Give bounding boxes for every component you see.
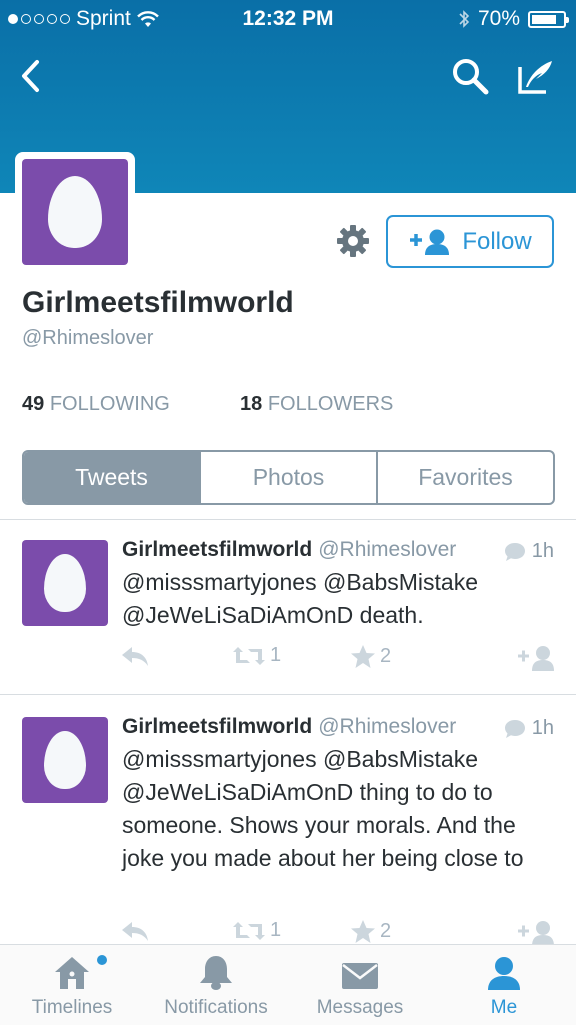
- tab-photos[interactable]: Photos: [199, 452, 376, 503]
- tweet-avatar[interactable]: [22, 540, 108, 626]
- add-user-icon: [410, 229, 450, 255]
- tweet-author-handle: @Rhimeslover: [318, 715, 457, 738]
- tab-label: Messages: [316, 997, 404, 1018]
- status-bar: Sprint 12:32 PM 70%: [0, 0, 576, 38]
- back-button[interactable]: [8, 54, 52, 98]
- search-button[interactable]: [448, 54, 492, 98]
- battery-icon: [528, 10, 569, 28]
- person-icon: [488, 957, 520, 990]
- tweet-time: 1h: [531, 717, 554, 739]
- retweet-button[interactable]: 1: [232, 919, 281, 942]
- star-icon: [351, 920, 375, 943]
- tab-label: Timelines: [31, 997, 113, 1018]
- tweet-item[interactable]: Girlmeetsfilmworld @Rhimeslover 1h @misss…: [0, 520, 576, 694]
- followers-count: 18: [240, 393, 263, 415]
- tweet-text: @misssmartyjones @BabsMistake @JeWeLiSaD…: [122, 569, 479, 628]
- retweet-icon: [233, 646, 265, 665]
- add-user-icon: [518, 646, 554, 671]
- follow-user-button[interactable]: [516, 919, 556, 944]
- favorite-count: 2: [380, 920, 392, 942]
- add-user-icon: [518, 921, 554, 944]
- reply-button[interactable]: [120, 919, 150, 943]
- follow-user-button[interactable]: [516, 644, 556, 672]
- home-icon: [55, 957, 89, 989]
- chevron-left-icon: [22, 60, 39, 92]
- battery-percent: 70%: [477, 7, 520, 30]
- tweet-text: @misssmartyjones @BabsMistake @JeWeLiSaD…: [122, 746, 524, 871]
- egg-avatar-icon: [44, 554, 86, 612]
- tab-label: Notifications: [164, 997, 268, 1018]
- bottom-tab-bar: Timelines Notifications Messages Me: [0, 944, 576, 1025]
- reply-icon: [122, 922, 148, 941]
- reply-bubble-icon: [504, 719, 525, 738]
- tweet-author-name[interactable]: Girlmeetsfilmworld: [122, 538, 312, 561]
- egg-avatar-icon: [44, 731, 86, 789]
- follow-button[interactable]: Follow: [386, 215, 554, 268]
- follow-label: Follow: [462, 227, 532, 255]
- tweet-author-name[interactable]: Girlmeetsfilmworld: [122, 715, 312, 738]
- reply-button[interactable]: [120, 644, 150, 668]
- tab-timelines[interactable]: Timelines: [0, 945, 144, 1025]
- tweet-avatar[interactable]: [22, 717, 108, 803]
- tweet-item[interactable]: Girlmeetsfilmworld @Rhimeslover 1h @misss…: [0, 695, 576, 944]
- compose-icon: [518, 61, 552, 94]
- tweet-time: 1h: [531, 540, 554, 562]
- compose-tweet-button[interactable]: [514, 54, 558, 98]
- profile-name: Girlmeetsfilmworld: [22, 286, 294, 319]
- envelope-icon: [342, 963, 378, 989]
- tab-label: Me: [490, 997, 518, 1018]
- bluetooth-icon: [459, 10, 470, 28]
- following-count: 49: [22, 393, 45, 415]
- reply-bubble-icon: [504, 542, 525, 561]
- bell-icon: [200, 956, 232, 990]
- tab-tweets[interactable]: Tweets: [24, 452, 199, 503]
- favorite-button[interactable]: 2: [350, 644, 391, 669]
- gear-icon[interactable]: [336, 224, 370, 258]
- favorite-count: 2: [380, 645, 392, 667]
- egg-avatar-icon: [48, 176, 102, 248]
- profile-avatar[interactable]: [15, 152, 135, 272]
- favorite-button[interactable]: 2: [350, 919, 391, 944]
- followers-stat[interactable]: 18 FOLLOWERS: [240, 393, 393, 416]
- retweet-icon: [233, 921, 265, 940]
- profile-tabs: Tweets Photos Favorites: [22, 450, 555, 505]
- retweet-count: 1: [270, 919, 282, 941]
- followers-label: FOLLOWERS: [267, 393, 394, 415]
- retweet-button[interactable]: 1: [232, 644, 281, 667]
- tab-me[interactable]: Me: [432, 945, 576, 1025]
- following-stat[interactable]: 49 FOLLOWING: [22, 393, 170, 416]
- tab-favorites[interactable]: Favorites: [376, 452, 553, 503]
- following-label: FOLLOWING: [49, 393, 170, 415]
- tab-messages[interactable]: Messages: [288, 945, 432, 1025]
- reply-icon: [122, 647, 148, 666]
- retweet-count: 1: [270, 644, 282, 666]
- unread-dot: [97, 955, 107, 965]
- star-icon: [351, 645, 375, 668]
- tweet-author-handle: @Rhimeslover: [318, 538, 457, 561]
- tab-notifications[interactable]: Notifications: [144, 945, 288, 1025]
- search-icon: [453, 59, 489, 95]
- profile-handle: @Rhimeslover: [22, 327, 154, 349]
